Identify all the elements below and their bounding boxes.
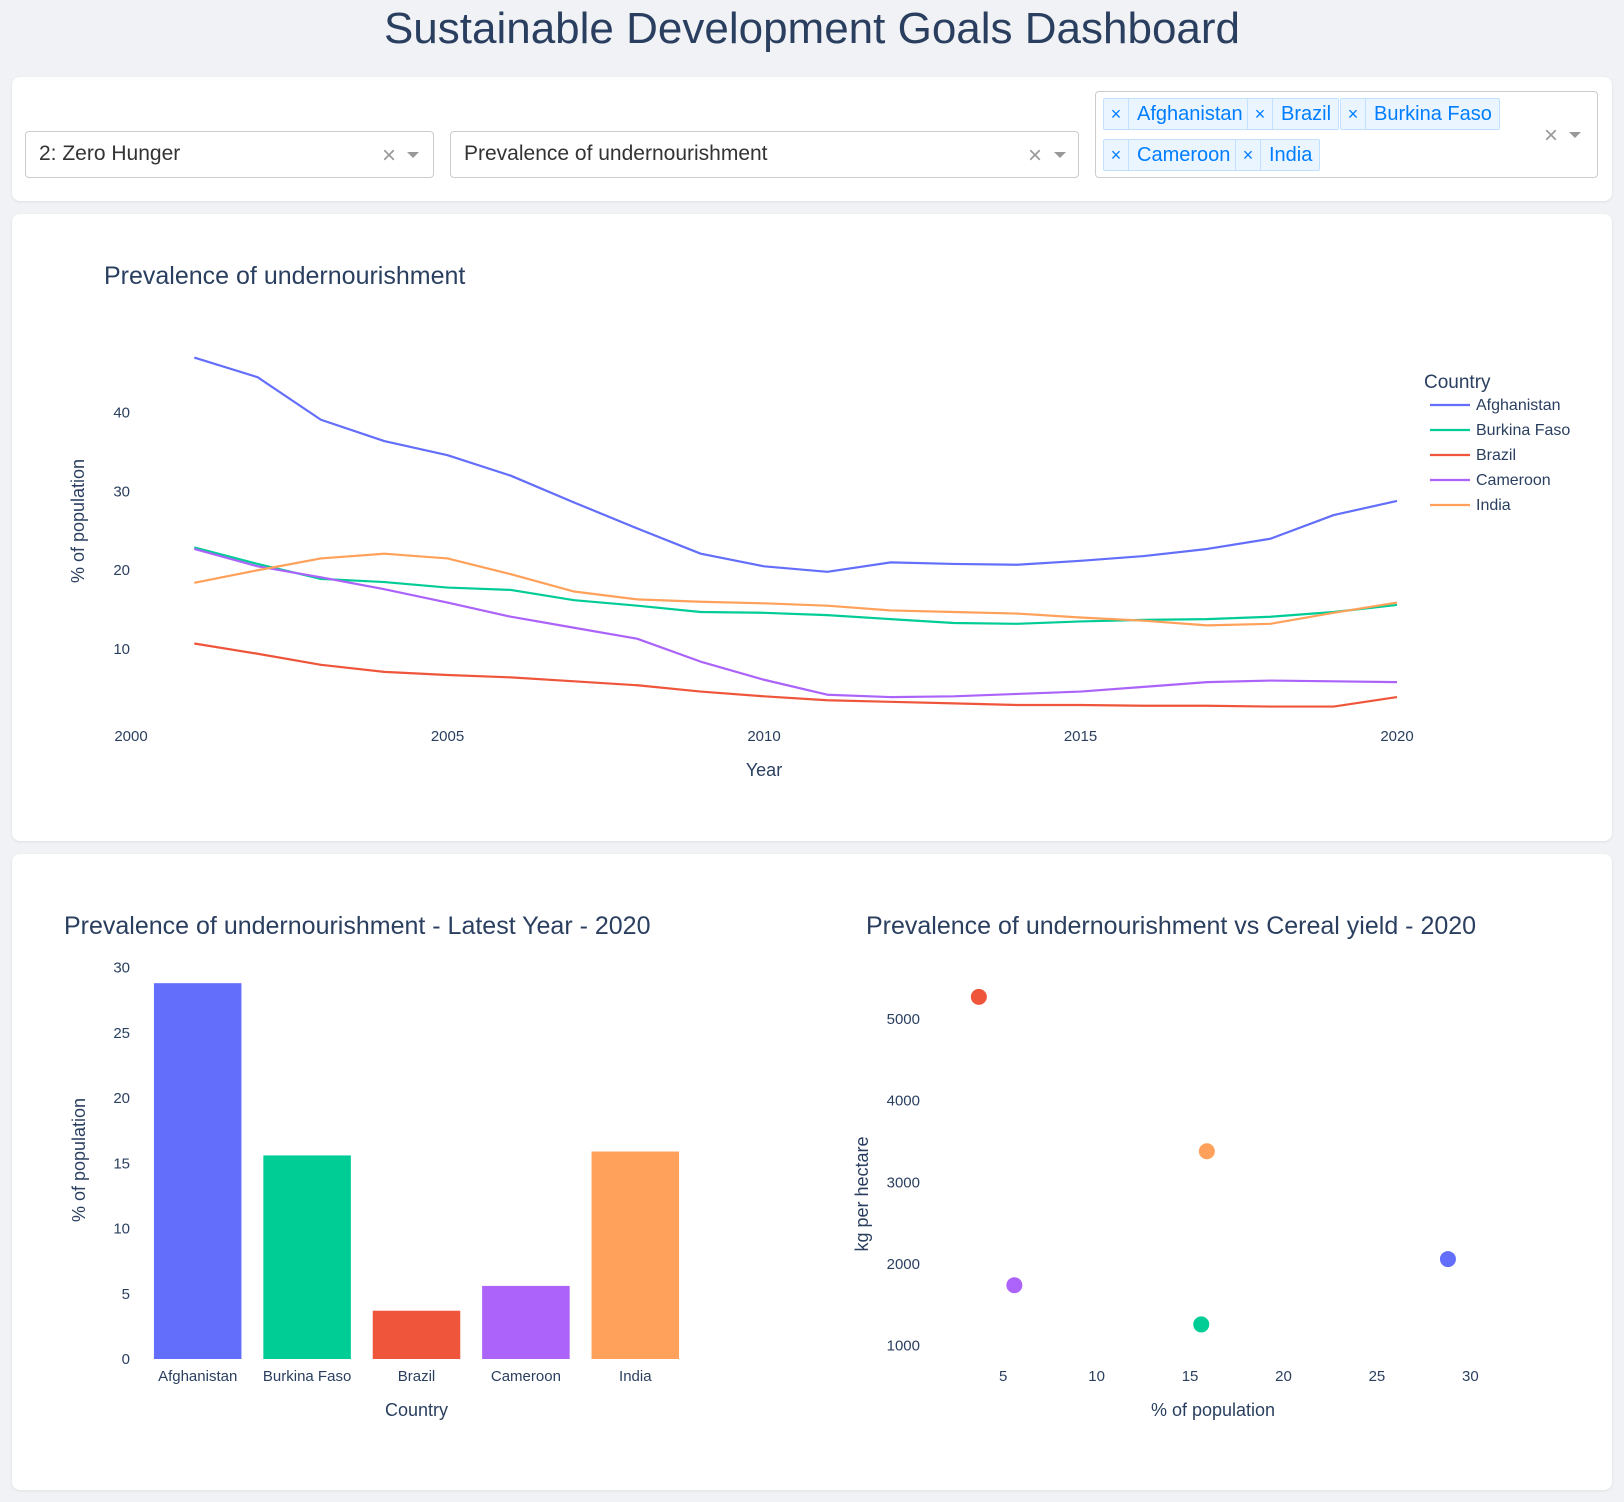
- y-tick-label: 5: [122, 1286, 130, 1303]
- y-tick-label: 40: [113, 405, 130, 422]
- bar-burkina-faso: [263, 1155, 351, 1359]
- line-chart-title: Prevalence of undernourishment: [104, 262, 465, 290]
- y-tick-label: 3000: [887, 1174, 920, 1191]
- x-tick-label: Burkina Faso: [263, 1368, 351, 1385]
- x-tick-label: 2000: [114, 728, 147, 745]
- scatter-point-cameroon: [1006, 1277, 1023, 1294]
- country-tag-label: Afghanistan: [1137, 102, 1243, 125]
- x-tick-label: 25: [1369, 1368, 1386, 1385]
- series-line-burkina-faso: [194, 546, 1398, 625]
- y-tick-label: 30: [113, 960, 130, 977]
- x-tick-label: Brazil: [398, 1368, 436, 1385]
- remove-tag-icon[interactable]: ×: [1248, 99, 1273, 129]
- y-tick-label: 1000: [887, 1338, 920, 1355]
- series-line-brazil: [194, 642, 1398, 708]
- country-tag-brazil[interactable]: × Brazil: [1247, 98, 1340, 130]
- remove-tag-icon[interactable]: ×: [1236, 140, 1261, 170]
- y-tick-label: 5000: [887, 1011, 920, 1028]
- series-line-cameroon: [194, 547, 1398, 699]
- x-axis-label: Country: [385, 1400, 448, 1420]
- country-tag-label: India: [1269, 143, 1313, 166]
- scatter-point-burkina-faso: [1193, 1316, 1210, 1333]
- y-tick-label: 25: [113, 1025, 130, 1042]
- legend-label: Cameroon: [1476, 472, 1551, 489]
- remove-tag-icon[interactable]: ×: [1341, 99, 1366, 129]
- country-tag-label: Cameroon: [1137, 143, 1231, 166]
- bar-afghanistan: [153, 983, 242, 1359]
- x-axis-label: Year: [746, 760, 782, 780]
- y-axis-label: % of population: [69, 1098, 89, 1222]
- countries-chevron-down-icon[interactable]: [1569, 132, 1581, 138]
- x-tick-label: 15: [1182, 1368, 1199, 1385]
- x-tick-label: 2005: [431, 728, 464, 745]
- indicator-clear-icon[interactable]: ×: [1028, 142, 1042, 170]
- controls-panel: 2: Zero Hunger × Prevalence of undernour…: [12, 77, 1612, 201]
- scatter-point-brazil: [970, 988, 987, 1005]
- x-tick-label: 5: [999, 1368, 1007, 1385]
- y-tick-label: 15: [113, 1155, 130, 1172]
- bar-india: [591, 1151, 680, 1359]
- x-tick-label: 20: [1275, 1368, 1292, 1385]
- y-tick-label: 20: [113, 562, 130, 579]
- scatter-point-india: [1198, 1143, 1215, 1160]
- bar-chart-title: Prevalence of undernourishment - Latest …: [64, 912, 651, 940]
- y-tick-label: 10: [113, 1221, 130, 1238]
- x-tick-label: 2020: [1380, 728, 1413, 745]
- goal-value: 2: Zero Hunger: [39, 142, 181, 165]
- bar-chart[interactable]: Prevalence of undernourishment - Latest …: [12, 854, 812, 1490]
- legend-label: India: [1476, 497, 1511, 514]
- country-multiselect[interactable]: × Afghanistan × Brazil × Burkina Faso × …: [1095, 91, 1598, 178]
- y-tick-label: 30: [113, 483, 130, 500]
- remove-tag-icon[interactable]: ×: [1104, 140, 1129, 170]
- y-tick-label: 20: [113, 1090, 130, 1107]
- x-tick-label: 2015: [1064, 728, 1097, 745]
- x-tick-label: Afghanistan: [158, 1368, 237, 1385]
- country-tag-label: Brazil: [1281, 102, 1332, 125]
- legend-label: Afghanistan: [1476, 397, 1561, 414]
- y-tick-label: 2000: [887, 1256, 920, 1273]
- y-tick-label: 0: [122, 1351, 130, 1368]
- country-tag-india[interactable]: × India: [1235, 139, 1321, 171]
- page-title: Sustainable Development Goals Dashboard: [383, 4, 1241, 53]
- series-line-afghanistan: [193, 356, 1398, 573]
- y-axis-label: % of population: [68, 459, 88, 583]
- scatter-chart[interactable]: Prevalence of undernourishment vs Cereal…: [812, 854, 1612, 1490]
- remove-tag-icon[interactable]: ×: [1104, 99, 1129, 129]
- x-tick-label: Cameroon: [491, 1368, 561, 1385]
- goal-dropdown[interactable]: 2: Zero Hunger ×: [25, 131, 434, 178]
- x-tick-label: 2010: [747, 728, 780, 745]
- y-tick-label: 4000: [887, 1093, 920, 1110]
- country-tag-afghanistan[interactable]: × Afghanistan: [1103, 98, 1251, 130]
- goal-clear-icon[interactable]: ×: [382, 142, 396, 170]
- x-tick-label: 10: [1088, 1368, 1105, 1385]
- x-tick-label: India: [619, 1368, 652, 1385]
- legend-label: Brazil: [1476, 447, 1516, 464]
- bar-cameroon: [482, 1285, 570, 1359]
- indicator-chevron-down-icon[interactable]: [1054, 152, 1066, 158]
- line-chart-card: Prevalence of undernourishment 2000 2005 20…: [12, 214, 1612, 841]
- country-tag-cameroon[interactable]: × Cameroon: [1103, 139, 1239, 171]
- y-tick-label: 10: [113, 641, 130, 658]
- line-chart[interactable]: Prevalence of undernourishment 2000 2005 20…: [12, 214, 1612, 841]
- legend-title: Country: [1424, 372, 1491, 393]
- x-axis-label: % of population: [1151, 1400, 1275, 1420]
- country-tag-burkina-faso[interactable]: × Burkina Faso: [1340, 98, 1500, 130]
- indicator-dropdown[interactable]: Prevalence of undernourishment ×: [450, 131, 1079, 178]
- country-tag-label: Burkina Faso: [1374, 102, 1492, 125]
- y-axis-label: kg per hectare: [852, 1136, 872, 1251]
- bar-brazil: [372, 1310, 461, 1359]
- countries-clear-icon[interactable]: ×: [1544, 122, 1558, 150]
- legend-label: Burkina Faso: [1476, 422, 1570, 439]
- x-tick-label: 30: [1462, 1368, 1479, 1385]
- scatter-chart-title: Prevalence of undernourishment vs Cereal…: [866, 912, 1476, 940]
- indicator-value: Prevalence of undernourishment: [464, 142, 768, 165]
- scatter-point-afghanistan: [1439, 1251, 1456, 1268]
- bottom-charts-card: Prevalence of undernourishment - Latest …: [12, 854, 1612, 1490]
- goal-chevron-down-icon[interactable]: [407, 152, 419, 158]
